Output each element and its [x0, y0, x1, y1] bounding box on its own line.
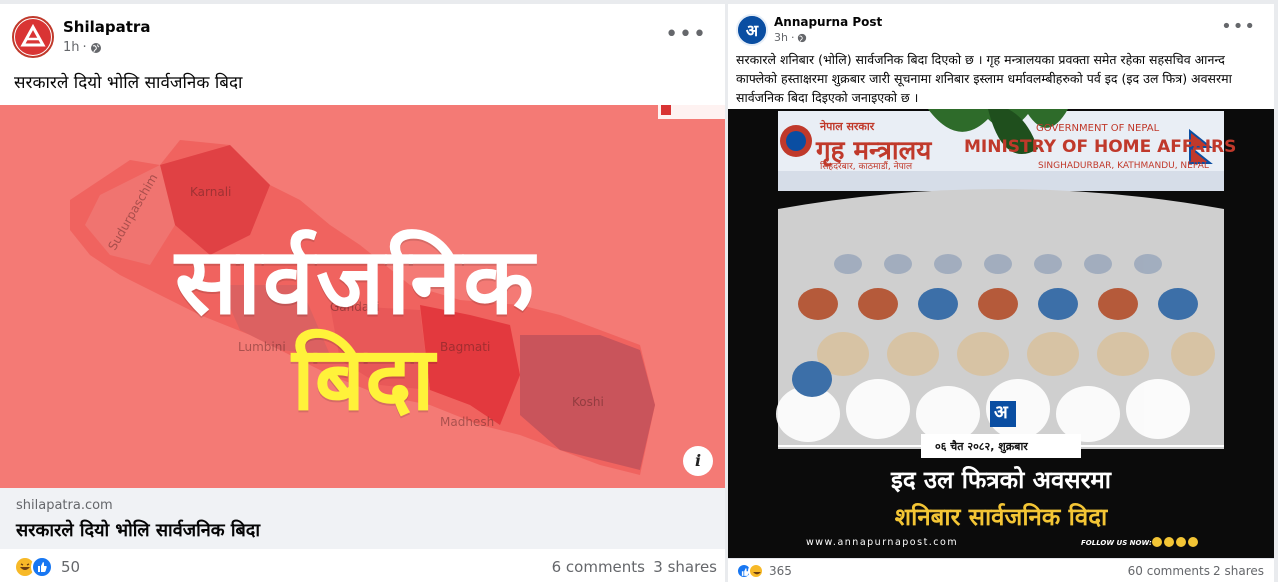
post-footer: 365 60 comments 2 shares — [728, 558, 1274, 582]
post-time[interactable]: 3h — [774, 31, 788, 44]
social-icons — [1152, 537, 1198, 547]
comments-count[interactable]: 60 comments — [1128, 564, 1210, 578]
region-label: Karnali — [190, 185, 232, 199]
page-avatar[interactable] — [12, 16, 54, 58]
instagram-icon — [1188, 537, 1198, 547]
region-label: Madhesh — [440, 415, 495, 429]
image-headline-line2: बिदा — [292, 327, 435, 430]
youtube-icon — [1176, 537, 1186, 547]
region-label: Bagmati — [440, 340, 491, 354]
post-time[interactable]: 1h — [63, 40, 80, 55]
region-label: Lumbini — [238, 340, 286, 354]
image-headline-line1: इद उल फित्रको अवसरमा — [891, 466, 1111, 494]
post-footer: 50 6 comments 3 shares — [0, 552, 725, 582]
post-image[interactable]: नेपाल सरकार गृह मन्त्रालय GOVERNMENT OF … — [728, 109, 1274, 558]
post-text: सरकारले शनिबार (भोलि) सार्वजनिक बिदा दिए… — [736, 52, 1232, 105]
post-meta: 3h · — [774, 31, 807, 44]
image-website: www.annapurnapost.com — [806, 537, 959, 548]
more-options-icon[interactable]: ••• — [665, 22, 707, 47]
like-icon — [31, 556, 53, 578]
separator-dot: · — [82, 40, 87, 55]
post-text: सरकारले दियो भोलि सार्वजनिक बिदा — [14, 73, 243, 93]
banner-address-english: SINGHADURBAR, KATHMANDU, NEPAL — [1038, 161, 1209, 171]
shilapatra-logo-icon — [15, 19, 51, 55]
image-date-label: ०६ चैत २०८२, शुक्रबार — [935, 440, 1028, 453]
post-meta: 1h · — [63, 40, 102, 55]
haha-icon — [748, 563, 764, 579]
page-name[interactable]: Annapurna Post — [774, 15, 882, 29]
comments-count[interactable]: 6 comments — [552, 558, 645, 576]
banner-gov-english: GOVERNMENT OF NEPAL — [1036, 123, 1160, 134]
post-card-annapurna: अ Annapurna Post 3h · ••• सरकारले शनिबार… — [728, 4, 1274, 582]
reactions-summary[interactable]: 50 — [14, 556, 80, 578]
image-logo-letter: अ — [994, 402, 1008, 423]
x-icon — [1164, 537, 1174, 547]
post-header: Shilapatra 1h · ••• — [0, 4, 725, 64]
info-icon[interactable]: i — [683, 446, 713, 476]
more-options-icon[interactable]: ••• — [1221, 16, 1256, 37]
annapurna-logo-icon: अ — [738, 16, 766, 44]
globe-icon — [90, 42, 101, 53]
reaction-count: 50 — [61, 558, 81, 576]
image-headline-line2: शनिबार सार्वजनिक विदा — [894, 503, 1108, 531]
region-label: Koshi — [572, 395, 604, 409]
facebook-icon — [1152, 537, 1162, 547]
globe-icon — [798, 33, 807, 42]
logo-letter: अ — [746, 21, 759, 40]
shares-count[interactable]: 2 shares — [1213, 564, 1264, 578]
link-preview[interactable]: shilapatra.com सरकारले दियो भोलि सार्वजन… — [0, 488, 725, 549]
reaction-count: 365 — [769, 564, 792, 578]
image-follow-label: FOLLOW US NOW: — [1081, 539, 1152, 547]
banner-address-devanagari: सिंहदरबार, काठमाडौं, नेपाल — [820, 162, 913, 172]
separator-dot: · — [790, 31, 795, 44]
post-card-shilapatra: Shilapatra 1h · ••• सरकारले दियो भोलि सा… — [0, 4, 725, 582]
page-avatar[interactable]: अ — [736, 14, 768, 46]
shares-count[interactable]: 3 shares — [653, 558, 717, 576]
banner-ministry-english: MINISTRY OF HOME AFFAIRS — [964, 137, 1237, 157]
link-title: सरकारले दियो भोलि सार्वजनिक बिदा — [16, 520, 260, 541]
post-image[interactable]: Sudurpaschim Karnali Gandaki Lumbini Bag… — [0, 105, 725, 488]
link-domain: shilapatra.com — [16, 498, 113, 513]
reactions-summary[interactable]: 365 — [736, 563, 792, 579]
page-name[interactable]: Shilapatra — [63, 18, 150, 36]
